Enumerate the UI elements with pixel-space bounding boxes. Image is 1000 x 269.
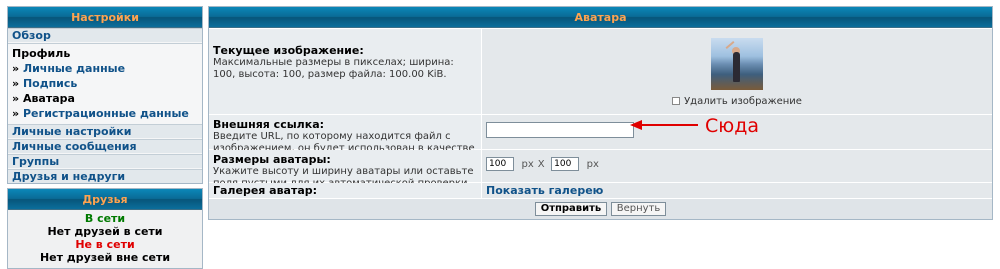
online-empty-text: Нет друзей в сети: [47, 225, 163, 238]
gallery-row: Галерея аватар: Показать галерею: [209, 182, 992, 198]
page-title: Аватара: [209, 7, 992, 28]
delete-image-label: Удалить изображение: [684, 96, 802, 107]
online-label: В сети: [84, 212, 126, 225]
dimensions-cell: pxX px: [482, 150, 992, 182]
height-unit: px: [586, 159, 599, 170]
gallery-label-cell: Галерея аватар:: [209, 183, 482, 198]
dimensions-row: Размеры аватары: Укажите высоту и ширину…: [209, 149, 992, 189]
current-image-label: Текущее изображение:: [213, 44, 364, 57]
dimension-separator: X: [537, 159, 545, 170]
bullet-arrow-icon: »: [12, 77, 23, 90]
sidebar-item-personal-data[interactable]: » Личные данные: [12, 61, 198, 76]
profile-block: Профиль » Личные данные » Подпись » Ават…: [8, 43, 202, 123]
delete-image-line: Удалить изображение: [486, 96, 988, 107]
current-image-label-cell: Текущее изображение: Максимальные размер…: [209, 29, 482, 114]
offline-label: Не в сети: [75, 238, 135, 251]
sidebar-item-avatar: » Аватара: [12, 91, 198, 106]
sidebar-item-label[interactable]: Подпись: [23, 77, 77, 90]
profile-title: Профиль: [12, 47, 71, 60]
friends-body: В сети Нет друзей в сети Не в сети Нет д…: [8, 210, 202, 268]
left-column: Настройки Обзор Профиль » Личные данные …: [7, 6, 203, 269]
avatar-settings-panel: Аватара Текущее изображение: Максимальны…: [208, 6, 993, 220]
gallery-label: Галерея аватар:: [213, 184, 318, 197]
sidebar-item-private-messages[interactable]: Личные сообщения: [8, 139, 202, 153]
show-gallery-link[interactable]: Показать галерею: [486, 184, 603, 197]
reset-button[interactable]: Вернуть: [610, 202, 667, 216]
friends-header: Друзья: [8, 189, 202, 210]
external-link-label: Внешняя ссылка:: [213, 118, 325, 131]
sidebar-item-groups[interactable]: Группы: [8, 154, 202, 168]
submit-button[interactable]: Отправить: [534, 202, 608, 216]
offline-empty-text: Нет друзей вне сети: [39, 251, 171, 264]
dimensions-label-cell: Размеры аватары: Укажите высоту и ширину…: [209, 150, 482, 189]
gallery-link-cell: Показать галерею: [482, 183, 992, 198]
current-image-cell: Удалить изображение: [482, 29, 992, 114]
sidebar-item-signature[interactable]: » Подпись: [12, 76, 198, 91]
external-link-row: Внешняя ссылка: Введите URL, по которому…: [209, 114, 992, 166]
avatar: [711, 38, 763, 90]
annotation-text: Сюда: [705, 115, 760, 137]
sidebar-item-label[interactable]: Личные данные: [23, 62, 125, 75]
external-link-label-cell: Внешняя ссылка: Введите URL, по которому…: [209, 115, 482, 166]
form-buttons-row: Отправить Вернуть: [209, 198, 992, 219]
avatar-figure-body: [733, 52, 740, 82]
settings-header: Настройки: [8, 7, 202, 28]
sidebar-item-overview[interactable]: Обзор: [8, 28, 202, 42]
settings-panel: Настройки Обзор Профиль » Личные данные …: [7, 6, 203, 184]
width-unit: px: [521, 159, 534, 170]
current-image-explain: Максимальные размеры в пикселах; ширина:…: [213, 57, 454, 80]
avatar-height-input[interactable]: [551, 157, 580, 171]
dimensions-label: Размеры аватары:: [213, 153, 331, 166]
delete-image-checkbox[interactable]: [672, 97, 681, 105]
bullet-arrow-icon: »: [12, 92, 23, 105]
bullet-arrow-icon: »: [12, 107, 23, 120]
bullet-arrow-icon: »: [12, 62, 23, 75]
external-url-input[interactable]: [486, 122, 634, 138]
sidebar-item-label[interactable]: Регистрационные данные: [23, 107, 189, 120]
sidebar-item-preferences[interactable]: Личные настройки: [8, 124, 202, 138]
sidebar-item-friends-foes[interactable]: Друзья и недруги: [8, 169, 202, 183]
sidebar-item-registration[interactable]: » Регистрационные данные: [12, 106, 198, 121]
avatar-width-input[interactable]: [486, 157, 514, 171]
sidebar-item-label: Аватара: [22, 92, 75, 105]
friends-panel: Друзья В сети Нет друзей в сети Не в сет…: [7, 188, 203, 269]
current-image-row: Текущее изображение: Максимальные размер…: [209, 28, 992, 114]
